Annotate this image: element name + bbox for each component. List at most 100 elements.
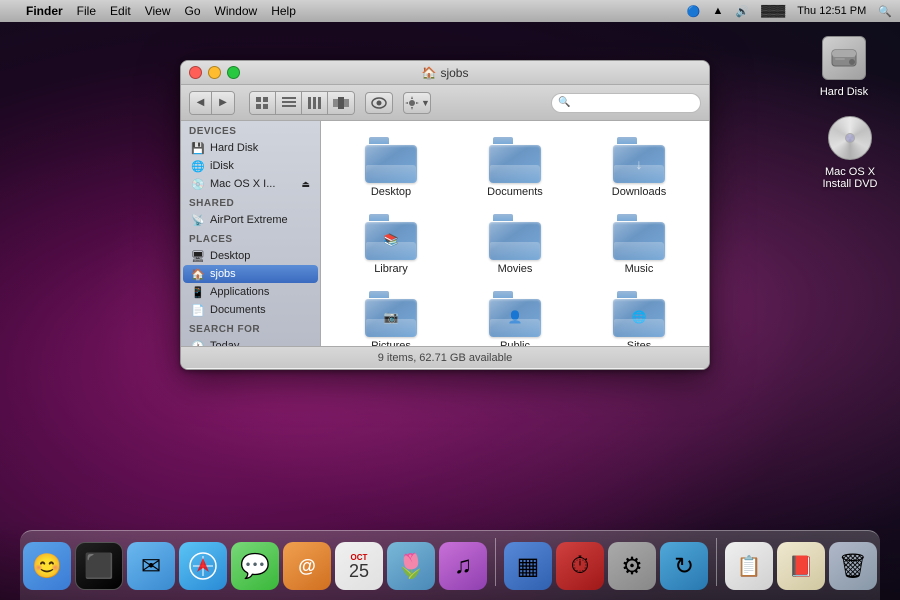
dock-addressbook[interactable]: @ <box>283 542 331 590</box>
folder-music[interactable]: Music <box>579 208 699 281</box>
statusbar: 9 items, 62.71 GB available <box>181 346 709 368</box>
sidebar-section-search: SEARCH FOR <box>181 319 320 337</box>
dvd-icon-shape <box>828 116 872 160</box>
dock-mail[interactable]: ✉ <box>127 542 175 590</box>
nav-buttons: ◀ ▶ <box>189 91 235 115</box>
menubar-window[interactable]: Window <box>215 4 258 18</box>
action-button[interactable]: ▼ <box>403 92 431 114</box>
forward-button[interactable]: ▶ <box>212 92 234 114</box>
dock-ical[interactable]: OCT 25 <box>335 542 383 590</box>
dock-iphoto[interactable]: 🌷 <box>387 542 435 590</box>
sidebar-item-applications[interactable]: 📱 Applications <box>183 283 318 301</box>
eject-icon[interactable]: ⏏ <box>301 179 310 190</box>
folder-tab <box>369 137 389 144</box>
window-controls <box>189 66 240 79</box>
eye-button[interactable] <box>365 92 393 114</box>
folder-desktop[interactable]: Desktop <box>331 131 451 204</box>
folder-movies[interactable]: Movies <box>455 208 575 281</box>
folder-tab <box>369 291 389 298</box>
folder-public-icon <box>489 291 541 337</box>
menubar: Finder File Edit View Go Window Help 🔵 ▲… <box>0 0 900 22</box>
dock-spaces[interactable]: ▦ <box>504 542 552 590</box>
dock-itunes[interactable]: ♫ <box>439 542 487 590</box>
maximize-button[interactable] <box>227 66 240 79</box>
dvd-label: Mac OS X Install DVD <box>818 166 882 190</box>
applications-label: Applications <box>210 286 269 298</box>
folder-library-icon <box>365 214 417 260</box>
back-button[interactable]: ◀ <box>190 92 212 114</box>
today-label: Today <box>210 340 239 346</box>
spotlight-icon[interactable]: 🔍 <box>878 5 892 18</box>
desktop-icon-dvd[interactable]: Mac OS X Install DVD <box>814 110 886 194</box>
doc2-app-icon: 📕 <box>777 542 825 590</box>
sidebar-item-macosx[interactable]: 💿 Mac OS X I... ⏏ <box>183 175 318 193</box>
menubar-go[interactable]: Go <box>185 4 201 18</box>
itunes-app-icon: ♫ <box>439 542 487 590</box>
view-icon-button[interactable] <box>250 92 276 114</box>
sidebar-item-idisk[interactable]: 🌐 iDisk <box>183 157 318 175</box>
folder-sites[interactable]: Sites <box>579 285 699 346</box>
mail-app-icon: ✉ <box>127 542 175 590</box>
close-button[interactable] <box>189 66 202 79</box>
menubar-view[interactable]: View <box>145 4 171 18</box>
spaces-app-icon: ▦ <box>504 542 552 590</box>
folder-sheen <box>490 165 540 183</box>
dock-timemachine[interactable]: ⏱ <box>556 542 604 590</box>
sidebar-item-desktop[interactable]: 🖥 Desktop <box>183 247 318 265</box>
desktop-icon-harddisk[interactable]: Hard Disk <box>808 30 880 102</box>
dock: 😊 ⬛ ✉ 💬 @ OCT 25 🌷 ♫ <box>0 520 900 600</box>
addressbook-app-icon: @ <box>283 542 331 590</box>
ical-app-icon: OCT 25 <box>335 542 383 590</box>
status-text: 9 items, 62.71 GB available <box>378 352 513 364</box>
file-area: Desktop Documents Do <box>321 121 709 346</box>
view-list-button[interactable] <box>276 92 302 114</box>
folder-documents-icon <box>489 137 541 183</box>
clock: Thu 12:51 PM <box>797 5 866 17</box>
folder-sheen <box>490 319 540 337</box>
sidebar-item-harddisk[interactable]: 💾 Hard Disk <box>183 139 318 157</box>
sidebar-item-airport[interactable]: 📡 AirPort Extreme <box>183 211 318 229</box>
idisk-label: iDisk <box>210 160 234 172</box>
dock-dashboard[interactable]: ⬛ <box>75 542 123 590</box>
view-column-button[interactable] <box>302 92 328 114</box>
folder-tab <box>493 291 513 298</box>
folder-movies-icon <box>489 214 541 260</box>
dock-update[interactable]: ↻ <box>660 542 708 590</box>
folder-downloads[interactable]: Downloads <box>579 131 699 204</box>
dock-doc2[interactable]: 📕 <box>777 542 825 590</box>
sidebar-item-documents[interactable]: 📄 Documents <box>183 301 318 319</box>
hard-disk-label: Hard Disk <box>820 86 868 98</box>
view-coverflow-button[interactable] <box>328 92 354 114</box>
folder-pictures-icon <box>365 291 417 337</box>
dock-safari[interactable] <box>179 542 227 590</box>
folder-pictures[interactable]: Pictures <box>331 285 451 346</box>
macosx-label: Mac OS X I... <box>210 178 275 190</box>
update-app-icon: ↻ <box>660 542 708 590</box>
airport-icon: 📡 <box>191 213 205 227</box>
sysprefs-app-icon: ⚙ <box>608 542 656 590</box>
dock-ichat[interactable]: 💬 <box>231 542 279 590</box>
dock-doc1[interactable]: 📋 <box>725 542 773 590</box>
minimize-button[interactable] <box>208 66 221 79</box>
dock-sysprefs[interactable]: ⚙ <box>608 542 656 590</box>
dashboard-app-icon: ⬛ <box>75 542 123 590</box>
dock-trash[interactable]: 🗑 <box>829 542 877 590</box>
folder-public[interactable]: Public <box>455 285 575 346</box>
gear-dropdown-arrow: ▼ <box>421 98 430 108</box>
dock-finder[interactable]: 😊 <box>23 542 71 590</box>
menubar-edit[interactable]: Edit <box>110 4 131 18</box>
search-box[interactable]: 🔍 <box>551 93 701 113</box>
sidebar-item-today[interactable]: 🕐 Today <box>183 337 318 346</box>
folder-sheen <box>614 319 664 337</box>
dock-separator-2 <box>716 538 717 586</box>
folder-music-icon <box>613 214 665 260</box>
dvd-hole <box>845 133 855 143</box>
menubar-file[interactable]: File <box>77 4 96 18</box>
menubar-finder[interactable]: Finder <box>26 4 63 18</box>
folder-documents[interactable]: Documents <box>455 131 575 204</box>
sidebar-section-shared: SHARED <box>181 193 320 211</box>
sidebar-item-sjobs[interactable]: 🏠 sjobs <box>183 265 318 283</box>
view-buttons <box>249 91 355 115</box>
menubar-help[interactable]: Help <box>271 4 296 18</box>
folder-library[interactable]: Library <box>331 208 451 281</box>
